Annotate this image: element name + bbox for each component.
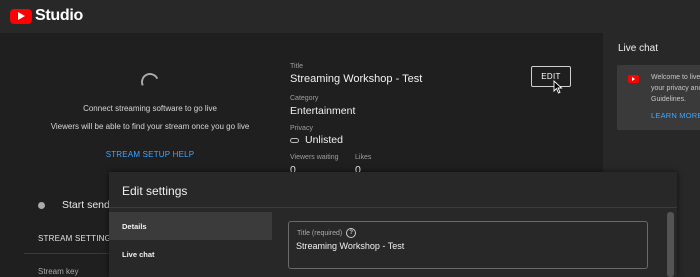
nav-item-live-chat[interactable]: Live chat — [109, 240, 272, 268]
likes-label: Likes — [355, 154, 372, 161]
tab-stream-settings[interactable]: STREAM SETTING — [38, 234, 111, 243]
stream-setup-help-link[interactable]: STREAM SETUP HELP — [80, 150, 220, 159]
mouse-cursor-icon — [553, 80, 563, 94]
category-label: Category — [290, 95, 319, 102]
title-input[interactable] — [296, 241, 636, 251]
title-field-label: Title (required) — [297, 229, 343, 237]
start-streaming-row: Start sendi — [38, 199, 112, 211]
status-dot-icon — [38, 201, 45, 209]
viewers-waiting-label: Viewers waiting — [290, 154, 339, 161]
title-field-label-row: Title (required) ? — [297, 228, 357, 238]
app-name: Studio — [35, 7, 83, 24]
privacy-label: Privacy — [290, 125, 313, 132]
viewers-message: Viewers will be able to find your stream… — [50, 122, 250, 131]
start-streaming-text: Start sendi — [62, 199, 113, 211]
youtube-logo-icon — [10, 8, 32, 24]
edit-settings-dialog: Edit settings Details Live chat Title (r… — [109, 172, 677, 277]
learn-more-link[interactable]: LEARN MORE — [651, 111, 700, 120]
connect-message: Connect streaming software to go live — [83, 104, 217, 113]
dialog-title: Edit settings — [122, 184, 188, 198]
privacy-value: Unlisted — [305, 134, 343, 146]
dialog-nav: Details Live chat — [109, 208, 272, 277]
category-value: Entertainment — [290, 105, 356, 117]
link-icon — [290, 137, 299, 143]
stream-title: Streaming Workshop - Test — [290, 73, 423, 85]
live-chat-welcome-card: Welcome to live your privacy and Guideli… — [617, 65, 700, 130]
studio-logo[interactable]: Studio — [10, 7, 83, 25]
live-chat-welcome-text: Welcome to live your privacy and Guideli… — [651, 74, 700, 103]
title-label: Title — [290, 63, 303, 70]
privacy-row: Unlisted — [290, 134, 343, 146]
youtube-logo-icon — [628, 75, 639, 83]
tab-divider — [24, 253, 114, 254]
stream-key-label: Stream key — [38, 267, 79, 276]
loading-spinner-icon — [138, 70, 162, 94]
dialog-scrollbar[interactable] — [667, 212, 674, 277]
edit-button[interactable]: EDIT — [531, 66, 571, 87]
help-circle-icon[interactable]: ? — [346, 228, 357, 238]
live-chat-title: Live chat — [618, 43, 659, 54]
top-bar: Studio — [0, 0, 700, 33]
title-field[interactable]: Title (required) ? — [288, 221, 648, 269]
nav-item-details[interactable]: Details — [109, 212, 272, 240]
